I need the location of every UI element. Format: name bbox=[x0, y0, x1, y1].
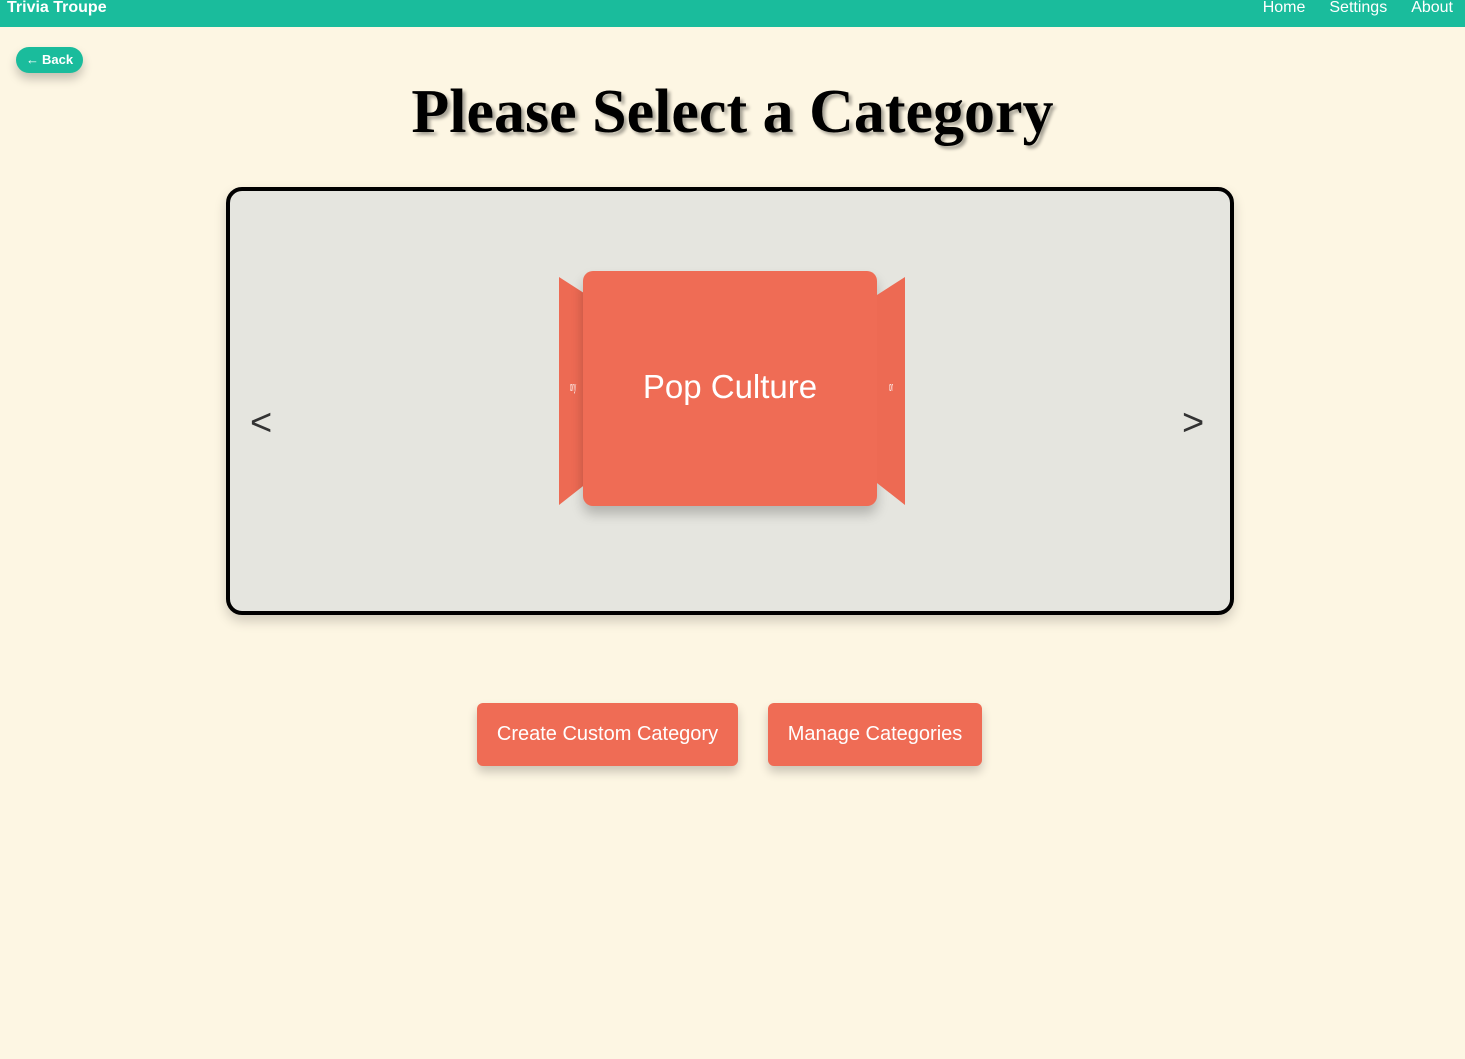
left-arrow-icon: ← bbox=[26, 52, 39, 67]
create-custom-category-button[interactable]: Create Custom Category bbox=[477, 703, 738, 766]
brand-logo-text[interactable]: Trivia Troupe bbox=[7, 0, 107, 18]
carousel-side-card-right[interactable]: or bbox=[877, 277, 905, 505]
back-button-label: Back bbox=[42, 52, 74, 67]
nav-link-about[interactable]: About bbox=[1411, 0, 1453, 18]
category-card-current[interactable]: Pop Culture bbox=[583, 271, 877, 506]
page-title: Please Select a Category bbox=[411, 78, 1054, 146]
nav-link-home[interactable]: Home bbox=[1263, 0, 1306, 18]
carousel-prev-button[interactable]: < bbox=[250, 403, 272, 443]
nav-links: Home Settings About bbox=[1263, 0, 1453, 18]
back-button[interactable]: ← Back bbox=[16, 47, 84, 73]
category-carousel: < ory Pop Culture or > bbox=[226, 187, 1234, 615]
side-card-right-label: or bbox=[888, 379, 894, 394]
carousel-next-button[interactable]: > bbox=[1182, 403, 1204, 443]
top-navbar: Trivia Troupe Home Settings About bbox=[0, 0, 1465, 27]
side-card-left-label: ory bbox=[569, 379, 577, 394]
nav-link-settings[interactable]: Settings bbox=[1329, 0, 1387, 18]
manage-categories-button[interactable]: Manage Categories bbox=[768, 703, 982, 766]
category-card-label: Pop Culture bbox=[642, 367, 818, 405]
